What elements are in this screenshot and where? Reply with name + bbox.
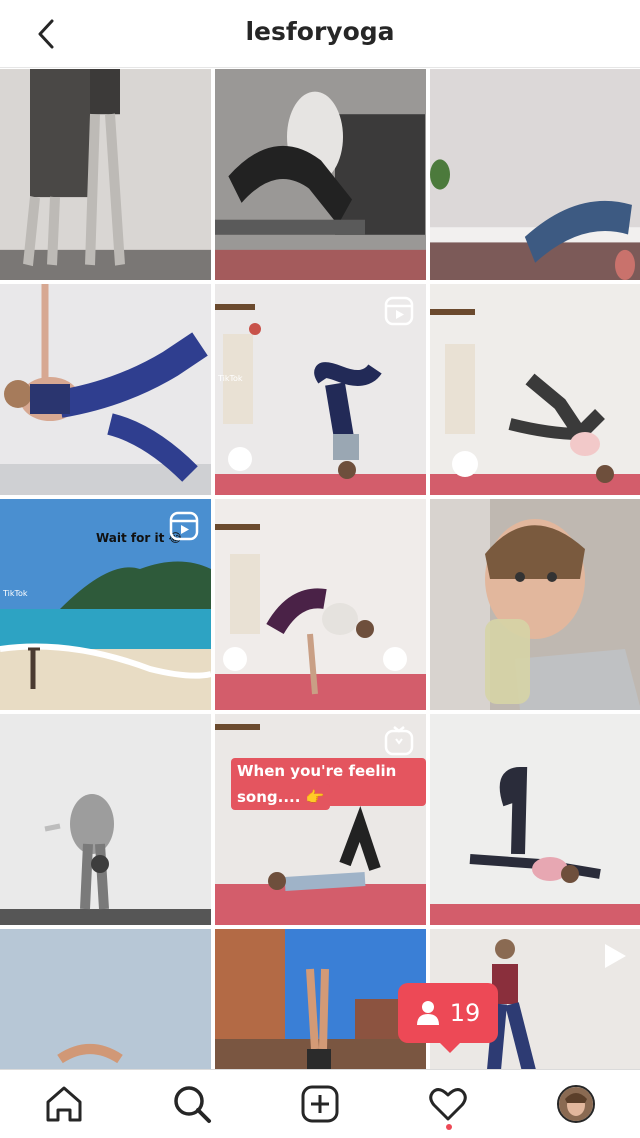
reel-thumbnail[interactable]: TikTok: [215, 284, 426, 495]
post-thumbnail[interactable]: [215, 499, 426, 710]
play-icon: [605, 944, 626, 968]
post-thumbnail[interactable]: [215, 69, 426, 280]
reel-thumbnail[interactable]: Wait for it 😂 TikTok: [0, 499, 211, 710]
post-thumbnail[interactable]: [0, 929, 211, 1069]
post-thumbnail[interactable]: [0, 714, 211, 925]
igtv-icon: [384, 726, 414, 756]
tiktok-watermark: TikTok: [218, 374, 243, 383]
tab-new-post[interactable]: [298, 1082, 342, 1126]
activity-notification-badge[interactable]: 19: [398, 983, 498, 1053]
tab-search[interactable]: [170, 1082, 214, 1126]
post-thumbnail[interactable]: [430, 499, 640, 710]
top-bar: lesforyoga: [0, 0, 640, 68]
activity-notification-dot: [446, 1124, 452, 1130]
tab-activity[interactable]: [426, 1082, 470, 1126]
reels-icon: [169, 511, 199, 541]
add-post-icon: [301, 1085, 339, 1123]
tab-home[interactable]: [42, 1082, 86, 1126]
activity-count: 19: [449, 999, 481, 1027]
post-thumbnail[interactable]: [430, 714, 640, 925]
post-thumbnail[interactable]: [430, 284, 640, 495]
profile-username-title: lesforyoga: [245, 17, 395, 46]
home-icon: [46, 1086, 82, 1122]
igtv-thumbnail[interactable]: When you're feelin the song.... 👉: [215, 714, 426, 925]
profile-avatar: [557, 1085, 595, 1123]
photo-grid: TikTok Wait for it 😂 TikTok When you're …: [0, 69, 640, 1069]
tiktok-watermark: TikTok: [3, 589, 28, 598]
tab-profile[interactable]: [554, 1082, 598, 1126]
heart-icon: [429, 1088, 467, 1121]
post-thumbnail[interactable]: [430, 69, 640, 280]
video-caption-line2: song.... 👉: [231, 784, 331, 810]
search-icon: [174, 1086, 211, 1123]
bottom-tab-bar: [0, 1069, 640, 1138]
person-icon: [416, 1001, 439, 1025]
post-thumbnail[interactable]: [215, 929, 426, 1069]
post-thumbnail[interactable]: [0, 284, 211, 495]
post-thumbnail[interactable]: [0, 69, 211, 280]
reels-icon: [384, 296, 414, 326]
